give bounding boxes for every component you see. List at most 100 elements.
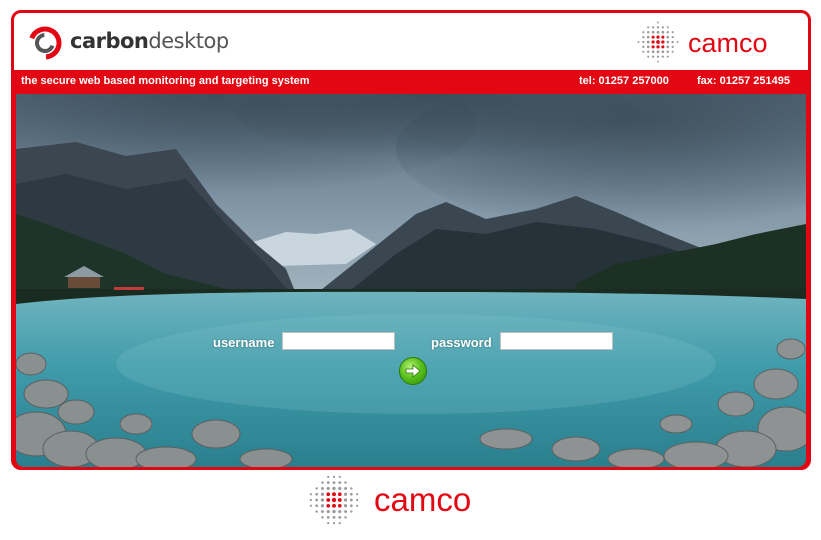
- camco-logo-footer: camco: [308, 473, 488, 527]
- globe-dot: [326, 481, 330, 485]
- globe-dot: [315, 510, 318, 513]
- globe-dot: [661, 40, 665, 44]
- carbondesktop-logo-icon: [28, 26, 62, 60]
- globe-dot: [642, 50, 645, 53]
- globe-dot: [343, 492, 348, 496]
- globe-dot: [349, 504, 353, 508]
- globe-dot: [647, 50, 650, 53]
- globe-dot: [321, 481, 324, 484]
- username-label: username: [213, 335, 275, 350]
- globe-dot: [666, 31, 669, 34]
- globe-dot: [666, 26, 669, 29]
- header: carbondesktop camco: [14, 13, 808, 70]
- globe-dot: [657, 60, 659, 63]
- globe-dot: [320, 510, 324, 514]
- globe-dot: [320, 492, 325, 496]
- globe-dot: [647, 31, 650, 34]
- globe-dot: [332, 486, 336, 491]
- app-frame: carbondesktop camco the secure web based…: [11, 10, 811, 470]
- globe-dot: [344, 486, 348, 490]
- globe-dot: [661, 45, 665, 49]
- username-input[interactable]: [282, 332, 395, 350]
- globe-dot: [651, 35, 655, 39]
- globe-dot: [642, 45, 645, 49]
- tagline-bar: the secure web based monitoring and targ…: [14, 70, 808, 94]
- tagline-text: the secure web based monitoring and targ…: [21, 75, 310, 87]
- globe-dot: [642, 35, 645, 39]
- lake-background-image: username password: [16, 94, 806, 467]
- brand-name: carbondesktop: [70, 29, 229, 53]
- globe-dot: [332, 492, 336, 497]
- brand-name-bold: carbon: [70, 29, 149, 53]
- globe-dot: [656, 35, 660, 39]
- globe-dot: [326, 486, 330, 491]
- globe-dot: [332, 481, 336, 485]
- globe-dot: [350, 487, 353, 490]
- globe-dot: [656, 45, 660, 49]
- globe-dot: [657, 21, 659, 24]
- globe-dot: [320, 498, 325, 502]
- globe-dot: [642, 31, 645, 34]
- globe-dot: [343, 504, 348, 508]
- globe-dot: [637, 41, 640, 43]
- globe-dot: [661, 26, 665, 29]
- globe-dot: [309, 504, 312, 507]
- globe-dot: [309, 493, 312, 496]
- globe-dot: [320, 486, 324, 490]
- globe-dot: [309, 498, 313, 502]
- globe-dot: [332, 509, 336, 514]
- globe-dot: [651, 30, 655, 34]
- globe-dot: [326, 509, 330, 514]
- globe-dot: [320, 504, 325, 508]
- brand-name-light: desktop: [148, 29, 229, 53]
- camco-footer-wordmark: camco: [374, 481, 472, 518]
- globe-dot: [332, 521, 336, 525]
- globe-dot: [326, 503, 331, 508]
- globe-dot: [676, 41, 679, 43]
- globe-dot: [666, 50, 669, 53]
- globe-dot: [343, 498, 348, 502]
- globe-dot: [646, 45, 650, 49]
- globe-dot: [671, 45, 674, 49]
- globe-dot: [321, 516, 324, 519]
- password-label: password: [431, 335, 492, 350]
- camco-logo-top: camco: [636, 20, 796, 64]
- globe-dot: [327, 522, 330, 525]
- globe-dot: [646, 35, 650, 39]
- globe-dot: [338, 481, 342, 485]
- globe-dot: [671, 31, 674, 34]
- globe-dot: [671, 35, 674, 39]
- globe-dot: [315, 504, 319, 508]
- globe-dot: [355, 498, 359, 502]
- globe-dot: [356, 504, 359, 507]
- globe-dot: [647, 26, 650, 29]
- globe-dot: [661, 50, 665, 54]
- globe-dot: [344, 510, 348, 514]
- globe-dot: [337, 498, 342, 502]
- globe-dot: [656, 40, 660, 44]
- globe-dot: [315, 498, 319, 502]
- camco-globe-icon: [637, 21, 679, 63]
- globe-dot: [349, 492, 353, 496]
- globe-dot: [338, 486, 342, 491]
- globe-dot: [344, 516, 347, 519]
- globe-dot: [651, 50, 655, 54]
- globe-dot: [661, 35, 665, 39]
- telephone-text: tel: 01257 257000: [579, 75, 669, 87]
- globe-dot: [344, 481, 347, 484]
- camco-wordmark: camco: [688, 28, 768, 58]
- globe-dot: [661, 30, 665, 34]
- globe-dot: [666, 45, 670, 49]
- password-input[interactable]: [500, 332, 613, 350]
- globe-dot: [332, 503, 336, 508]
- globe-dot: [327, 475, 330, 478]
- camco-globe-footer-icon: [309, 475, 359, 525]
- globe-dot: [338, 522, 341, 525]
- globe-dot: [666, 35, 670, 39]
- globe-dot: [666, 55, 669, 58]
- globe-dot: [338, 515, 342, 519]
- globe-dot: [671, 40, 674, 44]
- login-submit-button[interactable]: [399, 357, 427, 385]
- globe-dot: [656, 55, 660, 58]
- fax-text: fax: 01257 251495: [697, 75, 790, 87]
